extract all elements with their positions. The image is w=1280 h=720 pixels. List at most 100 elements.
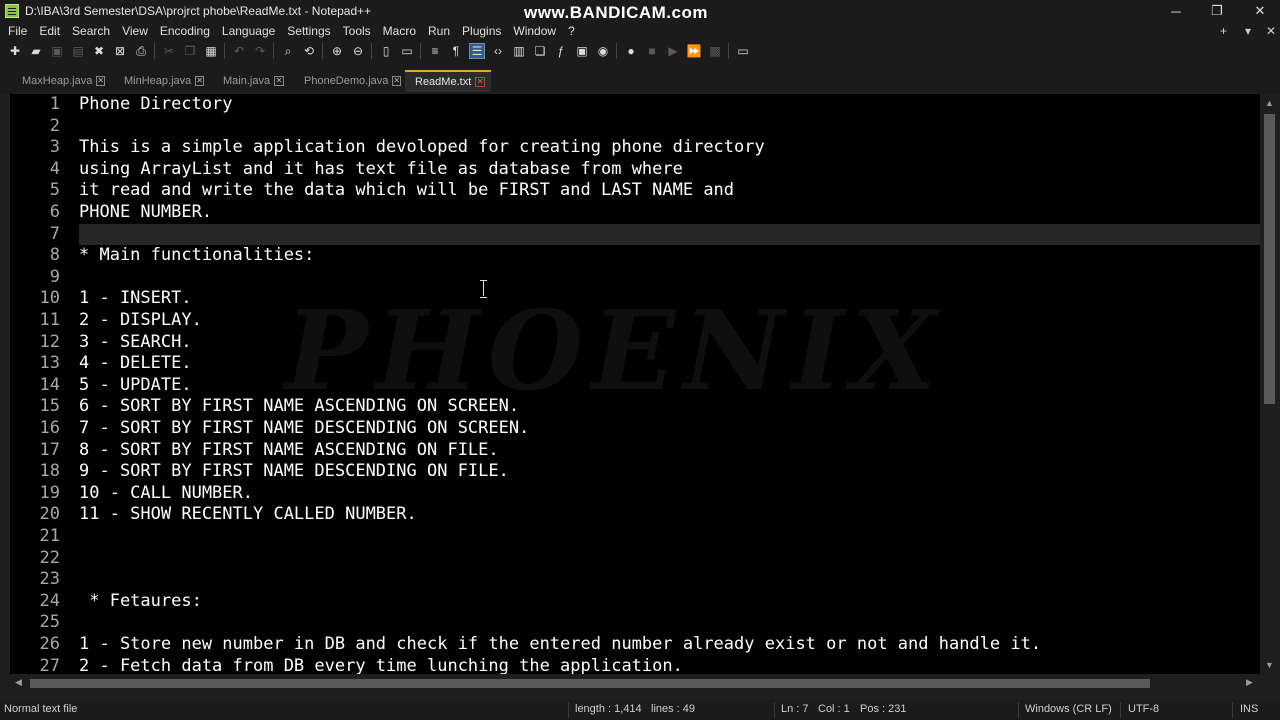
close-file-icon[interactable]: ✖ [91, 43, 107, 59]
tab-maxheap[interactable]: MaxHeap.java ✕ [12, 70, 106, 92]
tab-close-icon[interactable]: ✕ [274, 76, 285, 86]
find-icon[interactable]: ⌕ [280, 43, 296, 59]
menu-tools[interactable]: Tools [337, 24, 377, 38]
menu-macro[interactable]: Macro [377, 24, 422, 38]
undo-icon[interactable]: ↶ [231, 43, 247, 59]
minimize-button[interactable]: ─ [1156, 0, 1196, 22]
tab-readme[interactable]: ReadMe.txt ✕ [405, 70, 491, 92]
code-line[interactable]: 1 - INSERT. [79, 288, 1260, 310]
menu-help[interactable]: ? [562, 24, 581, 38]
code-line[interactable]: 10 - CALL NUMBER. [79, 483, 1260, 505]
save-icon[interactable]: ▣ [49, 43, 65, 59]
tab-main[interactable]: Main.java ✕ [213, 70, 291, 92]
zoom-in-icon[interactable]: ⊕ [329, 43, 345, 59]
cut-icon[interactable]: ✂ [161, 43, 177, 59]
text-editor[interactable]: 1 2 3 4 5 6 7 8 9 10 11 12 13 14 15 16 17 18 19 20 21 22 23 24 2… [10, 94, 1260, 674]
vertical-scrollbar[interactable]: ▲ ▼ [1260, 94, 1280, 674]
paste-icon[interactable]: ▦ [203, 43, 219, 59]
save-macro-icon[interactable]: ▩ [707, 43, 723, 59]
tab-close-icon[interactable]: ✕ [195, 76, 204, 86]
add-tab-button[interactable]: + [1220, 22, 1227, 40]
code-line[interactable]: This is a simple application devoloped f… [79, 137, 1260, 159]
word-wrap-icon[interactable]: ≡ [427, 43, 443, 59]
horizontal-scrollbar[interactable]: ◀ ▶ [10, 674, 1260, 692]
document-list-icon[interactable]: ❏ [532, 43, 548, 59]
save-all-icon[interactable]: ▤ [70, 43, 86, 59]
code-line[interactable]: 8 - SORT BY FIRST NAME ASCENDING ON FILE… [79, 440, 1260, 462]
menu-search[interactable]: Search [66, 24, 116, 38]
code-line[interactable]: 4 - DELETE. [79, 353, 1260, 375]
scroll-down-icon[interactable]: ▼ [1265, 660, 1274, 670]
menu-settings[interactable]: Settings [281, 24, 336, 38]
status-eol[interactable]: Windows (CR LF) [1025, 703, 1112, 715]
code-line[interactable]: 5 - UPDATE. [79, 375, 1260, 397]
scroll-right-icon[interactable]: ▶ [1246, 677, 1253, 688]
close-document-button[interactable]: ✕ [1266, 22, 1276, 40]
vertical-scroll-thumb[interactable] [1264, 114, 1275, 404]
code-line[interactable] [79, 223, 1260, 246]
code-line[interactable]: 6 - SORT BY FIRST NAME ASCENDING ON SCRE… [79, 396, 1260, 418]
copy-icon[interactable]: ❐ [182, 43, 198, 59]
replace-icon[interactable]: ⟲ [301, 43, 317, 59]
code-line[interactable]: 9 - SORT BY FIRST NAME DESCENDING ON FIL… [79, 461, 1260, 483]
open-file-icon[interactable]: ▰ [28, 43, 44, 59]
code-line[interactable]: PHONE NUMBER. [79, 202, 1260, 224]
new-file-icon[interactable]: ✚ [7, 43, 23, 59]
tab-close-icon[interactable]: ✕ [96, 76, 106, 86]
print-icon[interactable]: ⎙ [133, 43, 149, 59]
code-line[interactable] [79, 569, 1260, 591]
play-macro-icon[interactable]: ▶ [665, 43, 681, 59]
menu-run[interactable]: Run [422, 24, 456, 38]
code-line[interactable]: it read and write the data which will be… [79, 180, 1260, 202]
code-line[interactable] [79, 548, 1260, 570]
tab-phonedemo[interactable]: PhoneDemo.java ✕ [294, 70, 402, 92]
code-line[interactable]: 3 - SEARCH. [79, 332, 1260, 354]
horizontal-scroll-thumb[interactable] [30, 679, 1150, 688]
menu-language[interactable]: Language [216, 24, 281, 38]
editor-text-area[interactable]: PHOENIX Phone Directory This is a simple … [79, 94, 1260, 674]
folder-workspace-icon[interactable]: ▣ [574, 43, 590, 59]
status-insert-mode[interactable]: INS [1240, 703, 1258, 715]
menu-window[interactable]: Window [507, 24, 562, 38]
code-line[interactable]: 2 - DISPLAY. [79, 310, 1260, 332]
code-line[interactable]: 1 - Store new number in DB and check if … [79, 634, 1260, 656]
function-list-icon[interactable]: ƒ [553, 43, 569, 59]
close-all-icon[interactable]: ⊠ [112, 43, 128, 59]
show-all-characters-icon[interactable]: ¶ [448, 43, 464, 59]
document-map-icon[interactable]: ▥ [511, 43, 527, 59]
post-it-icon[interactable]: ▭ [735, 43, 751, 59]
code-line[interactable]: using ArrayList and it has text file as … [79, 159, 1260, 181]
code-line[interactable] [79, 526, 1260, 548]
stop-macro-icon[interactable]: ■ [644, 43, 660, 59]
code-line[interactable]: * Main functionalities: [79, 245, 1260, 267]
tab-minheap[interactable]: MinHeap.java ✕ [114, 70, 204, 92]
indent-guide-icon[interactable]: ☰ [469, 43, 485, 59]
menu-encoding[interactable]: Encoding [154, 24, 216, 38]
sync-vertical-icon[interactable]: ▯ [378, 43, 394, 59]
restore-button[interactable]: ❐ [1197, 0, 1237, 22]
code-line[interactable]: 2 - Fetch data from DB every time lunchi… [79, 656, 1260, 674]
menu-edit[interactable]: Edit [33, 24, 66, 38]
xml-tag-icon[interactable]: ‹› [490, 43, 506, 59]
sync-horizontal-icon[interactable]: ▭ [399, 43, 415, 59]
code-line[interactable] [79, 116, 1260, 138]
code-line[interactable]: Phone Directory [79, 94, 1260, 116]
menu-file[interactable]: File [0, 24, 33, 38]
code-line[interactable]: 7 - SORT BY FIRST NAME DESCENDING ON SCR… [79, 418, 1260, 440]
tab-close-icon[interactable]: ✕ [392, 76, 402, 86]
zoom-out-icon[interactable]: ⊖ [350, 43, 366, 59]
scroll-left-icon[interactable]: ◀ [15, 677, 22, 688]
menu-plugins[interactable]: Plugins [456, 24, 507, 38]
code-line[interactable] [79, 267, 1260, 289]
status-encoding[interactable]: UTF-8 [1128, 703, 1159, 715]
record-macro-icon[interactable]: ● [623, 43, 639, 59]
close-button[interactable]: ✕ [1240, 0, 1280, 22]
monitoring-icon[interactable]: ◉ [595, 43, 611, 59]
menu-view[interactable]: View [116, 24, 154, 38]
code-line[interactable]: 11 - SHOW RECENTLY CALLED NUMBER. [79, 504, 1260, 526]
run-macro-multiple-icon[interactable]: ⏩ [686, 43, 702, 59]
tab-close-icon[interactable]: ✕ [475, 77, 486, 87]
code-line[interactable]: * Fetaures: [79, 591, 1260, 613]
scroll-up-icon[interactable]: ▲ [1265, 98, 1274, 108]
redo-icon[interactable]: ↷ [252, 43, 268, 59]
